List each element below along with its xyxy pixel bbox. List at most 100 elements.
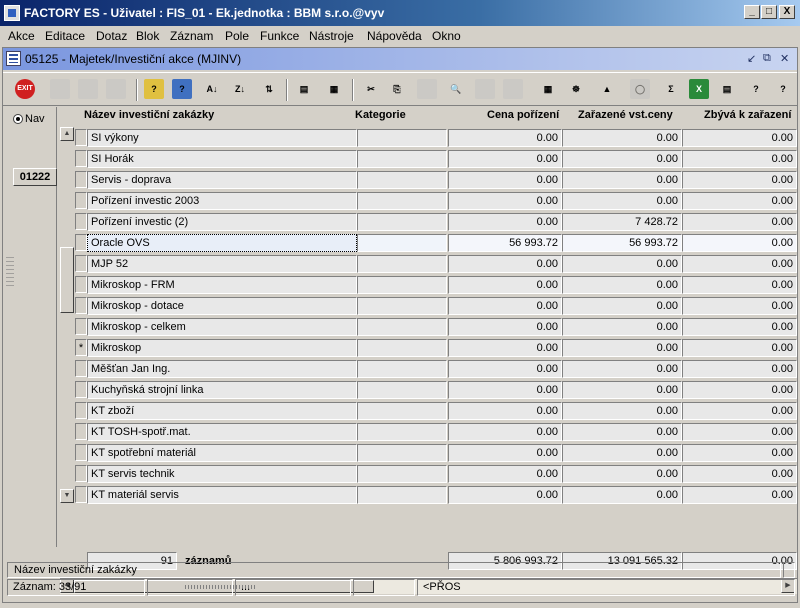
- cell-remaining[interactable]: 0.00: [682, 381, 797, 399]
- cell-included[interactable]: 0.00: [562, 129, 682, 147]
- row-marker[interactable]: [75, 444, 87, 461]
- cell-cost[interactable]: 0.00: [448, 486, 562, 504]
- table-row[interactable]: Servis - doprava 0.00 0.00 0.00: [75, 169, 797, 190]
- query-execute-button[interactable]: ?: [170, 77, 194, 101]
- row-marker[interactable]: [75, 213, 87, 230]
- row-marker[interactable]: [75, 171, 87, 188]
- sum-button[interactable]: Σ: [659, 77, 683, 101]
- cell-category[interactable]: [357, 171, 447, 189]
- table-row[interactable]: Pořízení investic (2) 0.00 7 428.72 0.00: [75, 211, 797, 232]
- menu-nastroje[interactable]: Nástroje: [309, 29, 354, 43]
- cell-cost[interactable]: 0.00: [448, 318, 562, 336]
- row-marker[interactable]: [75, 129, 87, 146]
- cell-category[interactable]: [357, 318, 447, 336]
- row-marker[interactable]: [75, 423, 87, 440]
- table-row[interactable]: Oracle OVS 56 993.72 56 993.72 0.00: [75, 232, 797, 253]
- table-row[interactable]: KT spotřební materiál 0.00 0.00 0.00: [75, 442, 797, 463]
- cell-remaining[interactable]: 0.00: [682, 255, 797, 273]
- row-marker[interactable]: *: [75, 339, 87, 356]
- query-enter-button[interactable]: ?: [142, 77, 166, 101]
- cell-name[interactable]: Pořízení investic 2003: [87, 192, 357, 210]
- row-marker[interactable]: [75, 297, 87, 314]
- table-row[interactable]: Mikroskop - FRM 0.00 0.00 0.00: [75, 274, 797, 295]
- row-marker[interactable]: [75, 465, 87, 482]
- cell-remaining[interactable]: 0.00: [682, 129, 797, 147]
- cell-included[interactable]: 0.00: [562, 171, 682, 189]
- cell-included[interactable]: 0.00: [562, 276, 682, 294]
- menu-pole[interactable]: Pole: [225, 29, 249, 43]
- cell-name[interactable]: KT materiál servis: [87, 486, 357, 504]
- cell-included[interactable]: 0.00: [562, 423, 682, 441]
- row-marker[interactable]: [75, 276, 87, 293]
- cell-remaining[interactable]: 0.00: [682, 213, 797, 231]
- cell-remaining[interactable]: 0.00: [682, 444, 797, 462]
- cell-category[interactable]: [357, 150, 447, 168]
- cell-cost[interactable]: 0.00: [448, 402, 562, 420]
- cell-name[interactable]: KT TOSH-spotř.mat.: [87, 423, 357, 441]
- cell-cost[interactable]: 0.00: [448, 339, 562, 357]
- menu-akce[interactable]: Akce: [8, 29, 35, 43]
- table-row[interactable]: Mikroskop - dotace 0.00 0.00 0.00: [75, 295, 797, 316]
- close-button[interactable]: X: [779, 5, 795, 19]
- menu-funkce[interactable]: Funkce: [260, 29, 299, 43]
- cell-cost[interactable]: 0.00: [448, 276, 562, 294]
- cell-remaining[interactable]: 0.00: [682, 150, 797, 168]
- table-row[interactable]: KT zboží 0.00 0.00 0.00: [75, 400, 797, 421]
- cell-included[interactable]: 56 993.72: [562, 234, 682, 252]
- cell-cost[interactable]: 0.00: [448, 192, 562, 210]
- cell-category[interactable]: [357, 339, 447, 357]
- export-button[interactable]: ▤: [715, 77, 739, 101]
- cell-cost[interactable]: 0.00: [448, 297, 562, 315]
- menu-editace[interactable]: Editace: [45, 29, 85, 43]
- cell-remaining[interactable]: 0.00: [682, 297, 797, 315]
- cell-category[interactable]: [357, 402, 447, 420]
- mountain-button[interactable]: ▲: [595, 77, 619, 101]
- cell-included[interactable]: 0.00: [562, 465, 682, 483]
- cell-name[interactable]: MJP 52: [87, 255, 357, 273]
- cell-remaining[interactable]: 0.00: [682, 339, 797, 357]
- cell-cost[interactable]: 0.00: [448, 255, 562, 273]
- cell-included[interactable]: 0.00: [562, 381, 682, 399]
- cell-name[interactable]: KT servis technik: [87, 465, 357, 483]
- menu-napoveda[interactable]: Nápověda: [367, 29, 422, 43]
- sort-asc-button[interactable]: A↓: [200, 77, 224, 101]
- cell-included[interactable]: 0.00: [562, 255, 682, 273]
- cell-category[interactable]: [357, 486, 447, 504]
- help-button[interactable]: ?: [744, 77, 768, 101]
- cell-included[interactable]: 7 428.72: [562, 213, 682, 231]
- table-row[interactable]: Mikroskop - celkem 0.00 0.00 0.00: [75, 316, 797, 337]
- cell-included[interactable]: 0.00: [562, 444, 682, 462]
- cell-name[interactable]: Pořízení investic (2): [87, 213, 357, 231]
- cell-category[interactable]: [357, 423, 447, 441]
- form-minimize-icon[interactable]: ↙: [747, 52, 756, 65]
- sort-desc-button[interactable]: Z↓: [228, 77, 252, 101]
- cell-included[interactable]: 0.00: [562, 318, 682, 336]
- cell-name[interactable]: Mikroskop - FRM: [87, 276, 357, 294]
- wheel-button[interactable]: ☸: [564, 77, 588, 101]
- vertical-scroll-thumb[interactable]: [60, 247, 74, 313]
- scroll-up-button[interactable]: ▲: [60, 127, 74, 141]
- table-row[interactable]: Kuchyňská strojní linka 0.00 0.00 0.00: [75, 379, 797, 400]
- cell-cost[interactable]: 0.00: [448, 150, 562, 168]
- excel-button[interactable]: X: [687, 77, 711, 101]
- cell-category[interactable]: [357, 213, 447, 231]
- table-row[interactable]: KT materiál servis 0.00 0.00 0.00: [75, 484, 797, 505]
- cell-remaining[interactable]: 0.00: [682, 234, 797, 252]
- vertical-scrollbar[interactable]: ▲ ▼: [60, 127, 74, 503]
- form-restore-icon[interactable]: ⧉: [763, 52, 771, 65]
- cell-category[interactable]: [357, 192, 447, 210]
- table-row[interactable]: SI výkony 0.00 0.00 0.00: [75, 127, 797, 148]
- maximize-button[interactable]: □: [761, 5, 777, 19]
- cell-remaining[interactable]: 0.00: [682, 192, 797, 210]
- cell-name[interactable]: KT spotřební materiál: [87, 444, 357, 462]
- cell-category[interactable]: [357, 234, 447, 252]
- cell-cost[interactable]: 0.00: [448, 381, 562, 399]
- row-marker[interactable]: [75, 360, 87, 377]
- cell-remaining[interactable]: 0.00: [682, 402, 797, 420]
- cell-included[interactable]: 0.00: [562, 192, 682, 210]
- form-close-icon[interactable]: ✕: [780, 52, 789, 65]
- cell-included[interactable]: 0.00: [562, 402, 682, 420]
- cell-category[interactable]: [357, 297, 447, 315]
- cell-cost[interactable]: 0.00: [448, 213, 562, 231]
- cell-category[interactable]: [357, 360, 447, 378]
